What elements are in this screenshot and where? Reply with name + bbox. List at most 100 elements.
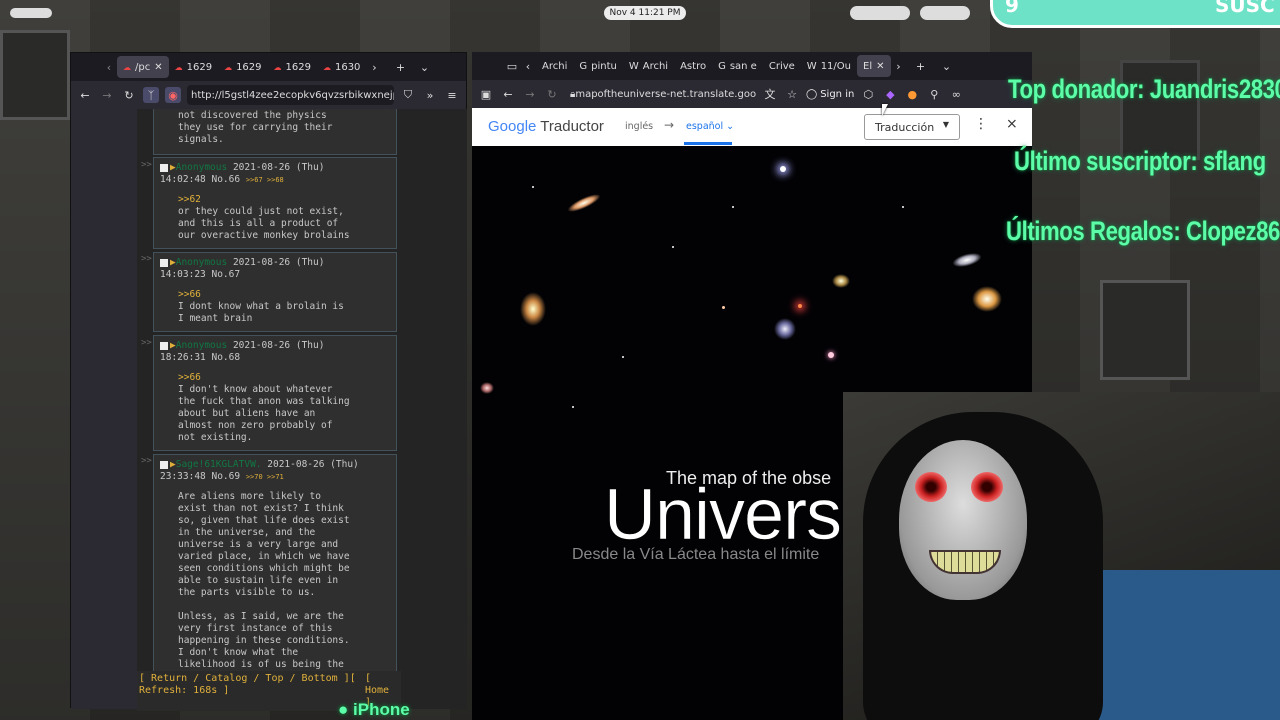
collapse-icon[interactable]: ⨯ — [1006, 116, 1018, 132]
new-tab-icon[interactable]: + — [913, 58, 929, 74]
thread-post: ▶Anonymous 2021-08-26 (Thu) 14:03:23 No.… — [153, 252, 397, 332]
tab-search[interactable]: Gsan e — [712, 52, 763, 80]
left-url-field[interactable]: http://l5gstl4zee2ecopkv6qvzsrbikwxnejp — [187, 85, 394, 105]
top-donor-overlay: Top donador: Juandris2830 — [1008, 74, 1280, 104]
security-level-icon[interactable]: ◉ — [165, 87, 181, 103]
shield-icon[interactable]: ⛉ — [400, 87, 416, 103]
quote-link[interactable]: >>62 — [178, 194, 201, 205]
tab-scroll-right-icon[interactable]: › — [891, 58, 907, 74]
sign-in-button[interactable]: ◯ Sign in — [806, 89, 854, 100]
galaxy-image — [565, 190, 603, 216]
more-options-icon[interactable]: ⋮ — [974, 116, 988, 132]
subs-word: SUSC — [1215, 0, 1275, 17]
post-checkbox[interactable] — [160, 258, 168, 267]
source-language[interactable]: inglés — [625, 121, 653, 132]
sidebar-icon[interactable]: ▣ — [478, 86, 494, 102]
close-icon[interactable]: ✕ — [876, 61, 884, 72]
tab-active[interactable]: El ✕ — [857, 55, 891, 77]
target-language[interactable]: español ⌄ — [686, 121, 734, 132]
tab-scroll-left-icon[interactable]: ‹ — [520, 58, 536, 74]
target-underline — [684, 142, 732, 145]
left-nav-bar: ← → ↻ ᛉ ◉ http://l5gstl4zee2ecopkv6qvzsr… — [71, 81, 466, 109]
tor-circuit-icon[interactable]: ᛉ — [143, 87, 159, 103]
extension-icon[interactable]: ⚲ — [926, 86, 942, 102]
extensions-icon[interactable]: ⬡ — [860, 86, 876, 102]
menu-icon[interactable]: ≡ — [444, 87, 460, 103]
star-image — [672, 246, 674, 248]
tab-board[interactable]: ☁/pc ✕ — [117, 56, 169, 78]
post-checkbox[interactable] — [160, 341, 168, 350]
footer-nav-links[interactable]: [ Return / Catalog / Top / Bottom ][ — [139, 673, 356, 684]
right-tab-bar: ▭ ‹ Archi Gpintu W Archi Astro Gsan e Cri… — [472, 52, 1032, 80]
reply-arrow: >> — [141, 160, 152, 170]
post-backlinks[interactable]: >>70 >>71 — [246, 473, 284, 481]
back-icon[interactable]: ← — [77, 87, 93, 103]
tab-overview-icon[interactable]: ▭ — [504, 58, 520, 74]
google-translate-logo[interactable]: Google Traductor — [488, 118, 604, 135]
account-icon: ◯ — [806, 88, 818, 100]
tab-scroll-left-icon[interactable]: ‹ — [101, 59, 117, 75]
post-backlinks[interactable]: >>67 >>68 — [246, 176, 284, 184]
last-gifts-overlay: Últimos Regalos: Clopez86 — [1006, 216, 1280, 246]
apple-icon: ● — [338, 700, 349, 719]
chevron-down-icon: ⌄ — [726, 121, 735, 132]
tab-thread[interactable]: ☁ 1629 — [169, 53, 218, 81]
thread-post: ▶Anonymous 2021-08-26 (Thu) 18:26:31 No.… — [153, 335, 397, 451]
page-side-area — [71, 109, 137, 709]
quote-link[interactable]: >>66 — [178, 289, 201, 300]
translation-mode-select[interactable]: Traducción ▼ — [864, 114, 960, 140]
reload-icon[interactable]: ↻ — [544, 86, 560, 102]
close-icon[interactable]: ✕ — [154, 62, 162, 73]
translate-icon[interactable]: 文 — [762, 86, 778, 102]
tab-archive[interactable]: Archi — [536, 52, 573, 80]
mouse-cursor-icon — [882, 104, 888, 116]
tab-favicon-icon: ☁ — [123, 62, 131, 72]
new-tab-icon[interactable]: + — [392, 59, 408, 75]
tab-thread[interactable]: ☁ 1629 — [218, 53, 267, 81]
extensions-overflow-icon[interactable]: » — [422, 87, 438, 103]
left-browser-window: ‹ ☁/pc ✕ ☁ 1629 ☁ 1629 ☁ 1629 ☁ 1630 › + ⌄ ← … — [70, 52, 467, 711]
extension-icon[interactable]: ∞ — [948, 86, 964, 102]
post-checkbox[interactable] — [160, 460, 168, 469]
google-translate-bar: Google Traductor inglés → español ⌄ Trad… — [472, 108, 1032, 146]
tab-thread[interactable]: ☁ 1629 — [268, 53, 317, 81]
tab-thread[interactable]: ☁ 1630 — [317, 53, 366, 81]
back-icon[interactable]: ← — [500, 86, 516, 102]
bookmark-star-icon[interactable]: ☆ — [784, 86, 800, 102]
tray-indicator[interactable] — [850, 6, 910, 20]
star-image — [532, 186, 534, 188]
post-body: >>66 I don't know about whatever the fuc… — [178, 372, 350, 443]
post-body: >>66 I dont know what a brolain is I mea… — [178, 289, 344, 324]
extension-icon[interactable]: ◆ — [882, 86, 898, 102]
galaxy-image — [774, 318, 796, 340]
mask-eye — [971, 472, 1003, 502]
star-image — [798, 304, 802, 308]
tab-wiki[interactable]: W 11/Ou — [801, 52, 857, 80]
reply-arrow: >> — [141, 254, 152, 264]
post-checkbox[interactable] — [160, 163, 168, 172]
mask-eye — [915, 472, 947, 502]
activities-button[interactable] — [10, 8, 52, 18]
tab-astro[interactable]: Astro — [674, 52, 712, 80]
quote-link[interactable]: >>66 — [178, 372, 201, 383]
forward-icon[interactable]: → — [522, 86, 538, 102]
extension-icon[interactable]: ● — [904, 86, 920, 102]
clock[interactable]: Nov 4 11:21 PM — [604, 6, 686, 20]
star-image — [572, 406, 574, 408]
forward-icon[interactable]: → — [99, 87, 115, 103]
tab-favicon-icon: ☁ — [174, 62, 183, 72]
tab-scroll-right-icon[interactable]: › — [366, 59, 382, 75]
reload-icon[interactable]: ↻ — [121, 87, 137, 103]
tab-list-icon[interactable]: ⌄ — [939, 58, 955, 74]
tab-list-icon[interactable]: ⌄ — [416, 59, 432, 75]
right-url-field[interactable]: 🔒︎ mapoftheuniverse-net.translate.goog — [566, 84, 756, 104]
map-title: Univers — [604, 475, 843, 556]
tab-wiki[interactable]: W Archi — [623, 52, 674, 80]
reply-arrow: >> — [141, 338, 152, 348]
left-tab-bar: ‹ ☁/pc ✕ ☁ 1629 ☁ 1629 ☁ 1629 ☁ 1630 › + ⌄ — [71, 53, 466, 81]
tab-pinterest[interactable]: Gpintu — [573, 52, 622, 80]
tab-crive[interactable]: Crive — [763, 52, 801, 80]
post-body: not discovered the physics they use for … — [178, 110, 333, 145]
tray-indicator[interactable] — [920, 6, 970, 20]
star-image — [622, 356, 624, 358]
